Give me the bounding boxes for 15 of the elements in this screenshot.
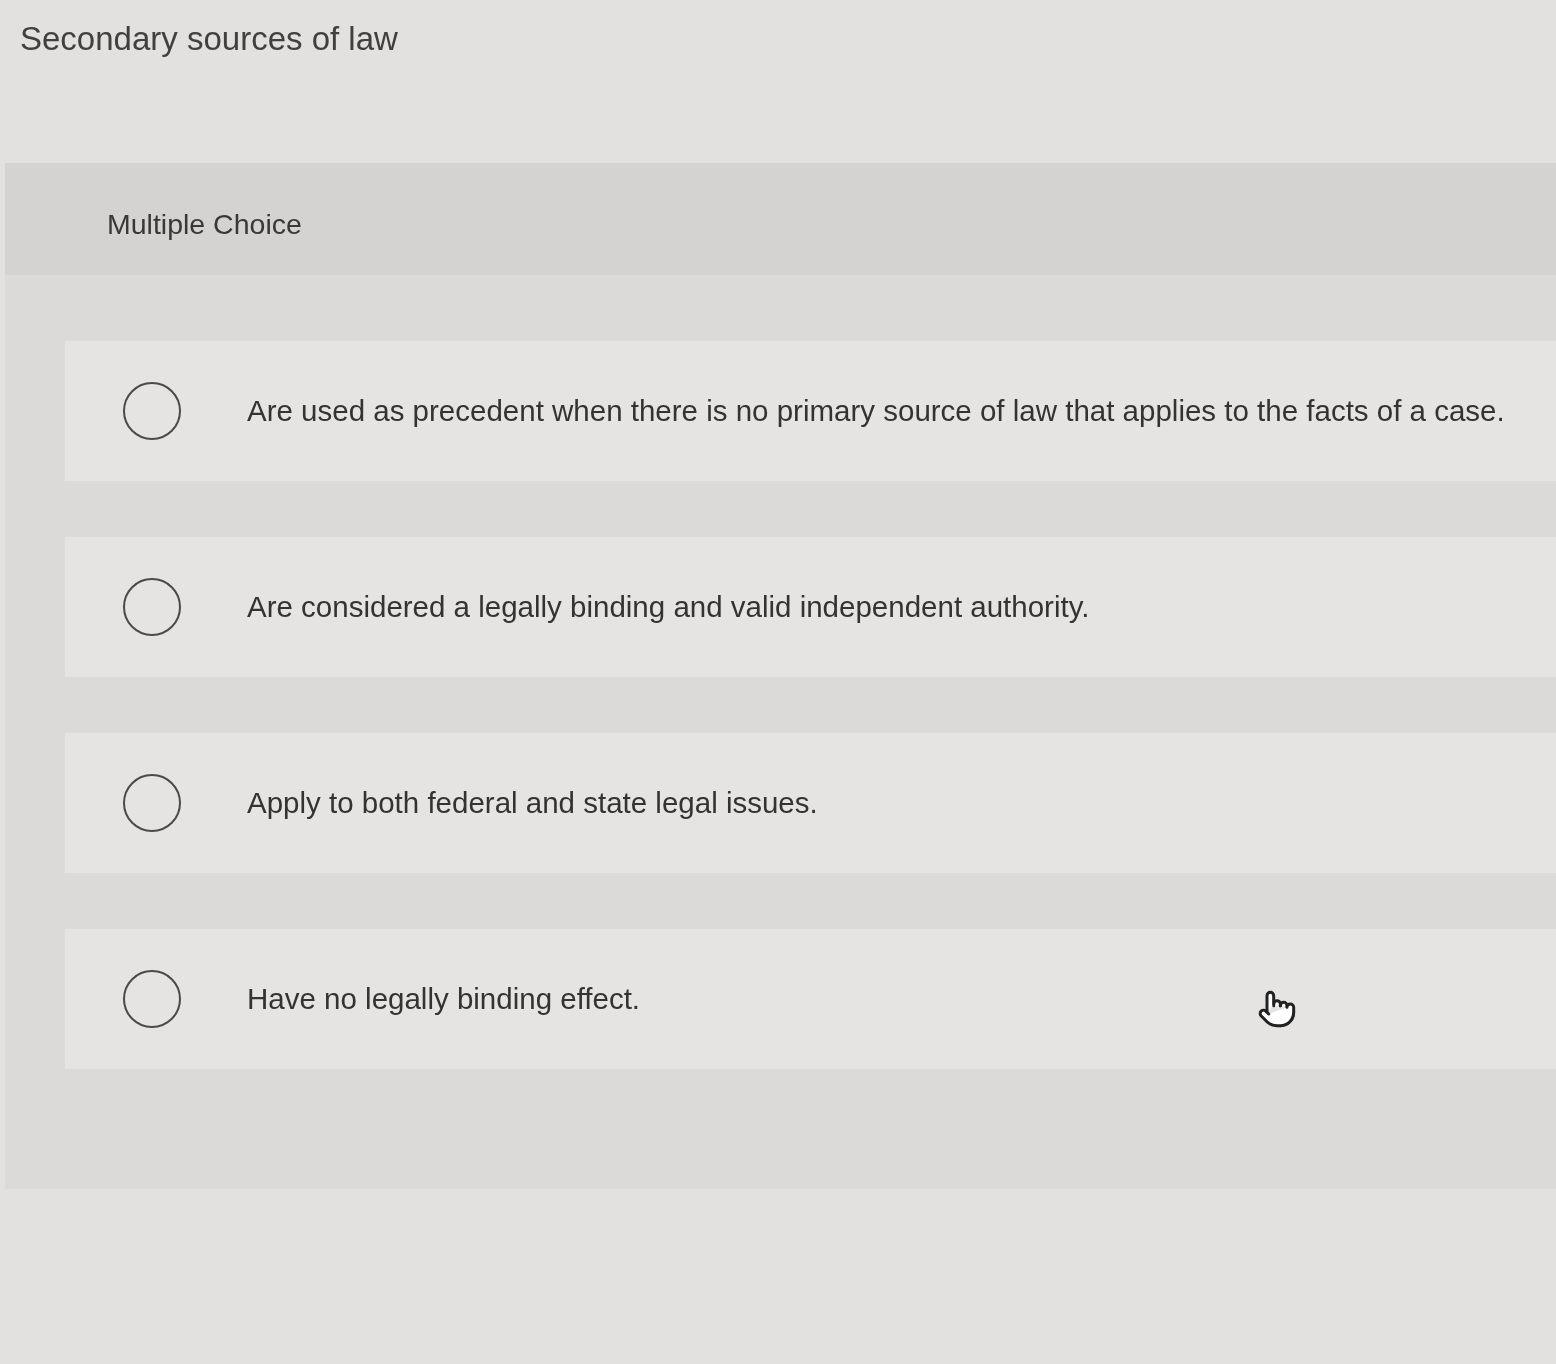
hand-cursor-icon [1257,989,1297,1029]
option-text: Apply to both federal and state legal issues. [247,785,818,821]
answer-option[interactable]: Are considered a legally binding and valid independent authority. [65,537,1556,677]
radio-button[interactable] [123,382,181,440]
radio-button[interactable] [123,774,181,832]
answer-option[interactable]: Are used as precedent when there is no primary source of law that applies to the facts of a case. [65,341,1556,481]
option-text: Are used as precedent when there is no primary source of law that applies to the facts of a case. [247,393,1505,429]
answer-option[interactable]: Have no legally binding effect. [65,929,1556,1069]
radio-button[interactable] [123,970,181,1028]
radio-button[interactable] [123,578,181,636]
answer-option[interactable]: Apply to both federal and state legal issues. [65,733,1556,873]
page-title: Secondary sources of law [20,20,398,58]
option-text: Are considered a legally binding and valid independent authority. [247,589,1090,625]
question-type-label: Multiple Choice [107,206,302,241]
option-text: Have no legally binding effect. [247,981,641,1017]
